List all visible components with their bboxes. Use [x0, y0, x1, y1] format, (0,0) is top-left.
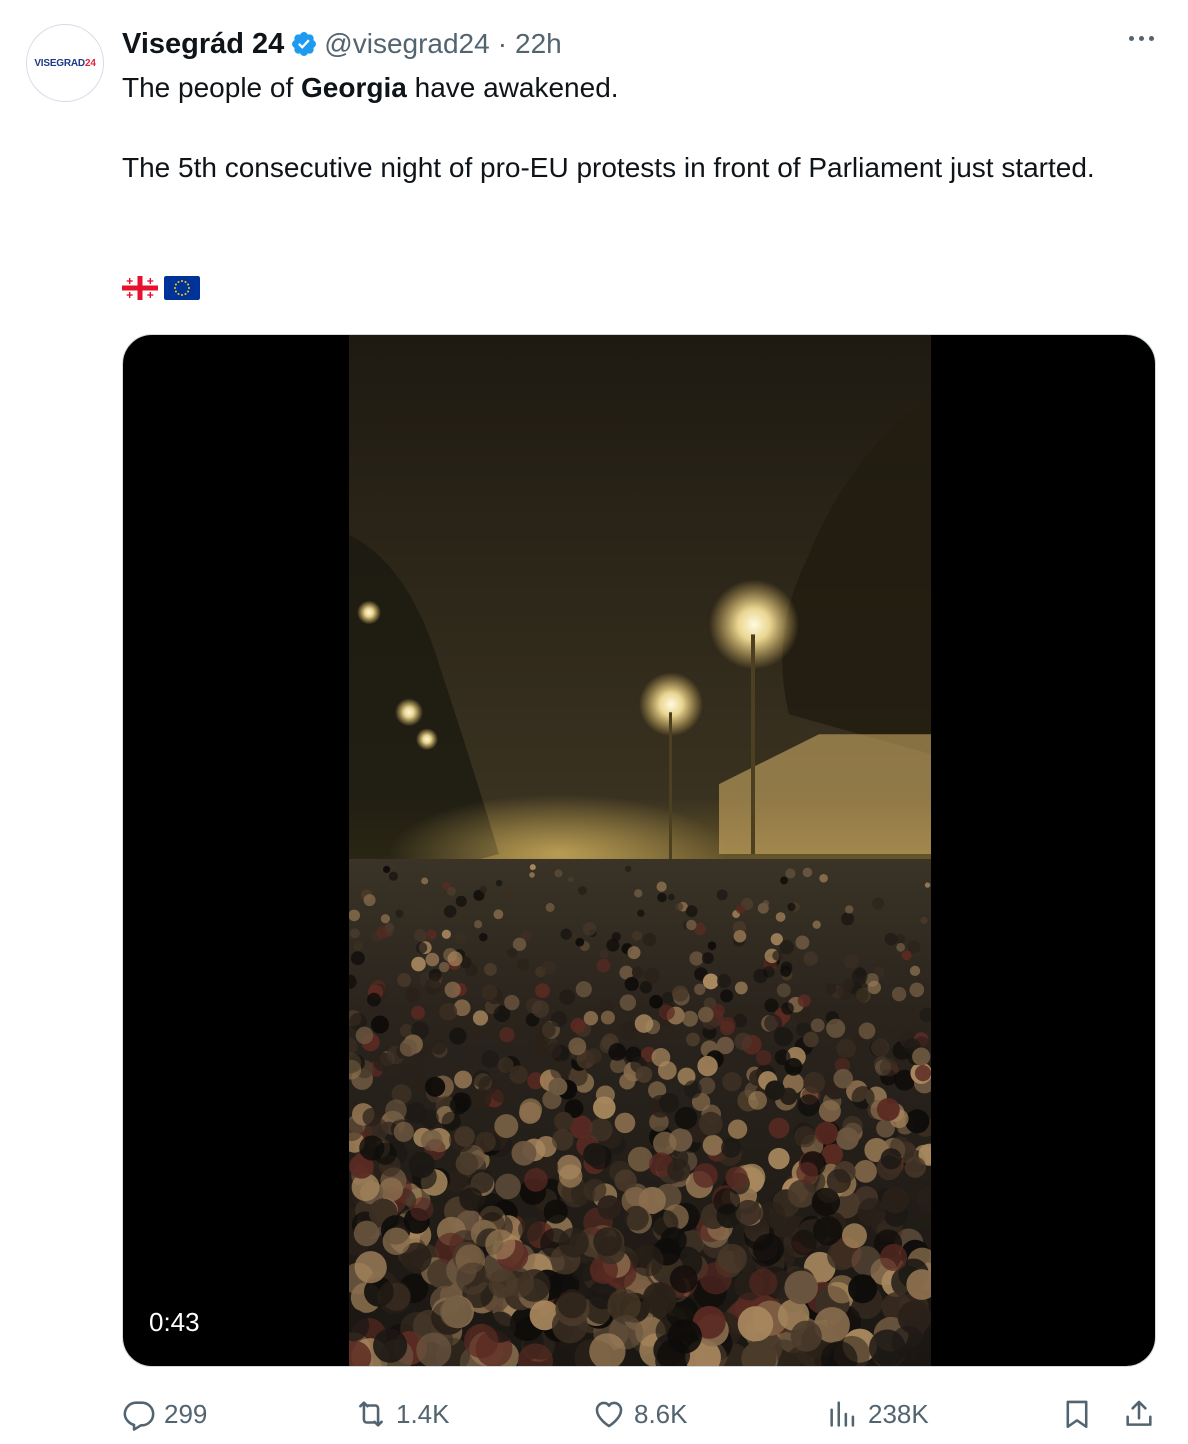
- reply-icon: [123, 1401, 155, 1431]
- tweet-line-2: The 5th consecutive night of pro-EU prot…: [122, 152, 1095, 183]
- more-dot-icon: [1139, 36, 1144, 41]
- more-dot-icon: [1129, 36, 1134, 41]
- heart-icon: [595, 1401, 623, 1428]
- like-button[interactable]: 8.6K: [592, 1394, 688, 1434]
- views-chart-icon: [830, 1401, 855, 1427]
- tweet-actions: 299 1.4K 8.6K 238K: [122, 1394, 1158, 1434]
- views-count: 238K: [868, 1398, 929, 1429]
- more-dot-icon: [1149, 36, 1154, 41]
- verified-badge-icon: [292, 32, 317, 56]
- eu-flag-icon: [164, 276, 200, 300]
- reply-count: 299: [164, 1398, 208, 1429]
- avatar[interactable]: VISEGRAD24: [26, 24, 104, 102]
- author-name[interactable]: Visegrád 24: [122, 28, 284, 61]
- video-thumbnail: [349, 335, 931, 1366]
- video-duration: 0:43: [149, 1307, 200, 1337]
- views-button[interactable]: 238K: [826, 1394, 929, 1434]
- repost-button[interactable]: 1.4K: [354, 1394, 450, 1434]
- avatar-logo-text: VISEGRAD24: [34, 57, 96, 69]
- share-button[interactable]: [1122, 1394, 1156, 1434]
- video-player[interactable]: 0:43: [122, 334, 1156, 1367]
- bookmark-icon: [1066, 1400, 1088, 1429]
- reply-button[interactable]: 299: [122, 1394, 207, 1434]
- bookmark-button[interactable]: [1060, 1394, 1094, 1434]
- tweet-header: Visegrád 24 @visegrad24 · 22h: [122, 24, 562, 64]
- more-options-button[interactable]: [1129, 36, 1154, 41]
- georgia-flag-icon: [122, 276, 158, 300]
- header-separator: ·: [497, 28, 508, 59]
- repost-icon: [359, 1401, 383, 1427]
- share-icon: [1126, 1400, 1152, 1426]
- author-handle[interactable]: @visegrad24: [324, 28, 489, 60]
- tweet-text: The people of Georgia have awakened. The…: [122, 68, 1132, 188]
- flag-emojis: [122, 276, 200, 300]
- tweet-line-1: The people of Georgia have awakened.: [122, 72, 619, 103]
- like-count: 8.6K: [634, 1398, 688, 1429]
- repost-count: 1.4K: [396, 1398, 450, 1429]
- hashtag-georgia: Georgia: [301, 72, 407, 103]
- tweet-timestamp[interactable]: 22h: [515, 28, 562, 60]
